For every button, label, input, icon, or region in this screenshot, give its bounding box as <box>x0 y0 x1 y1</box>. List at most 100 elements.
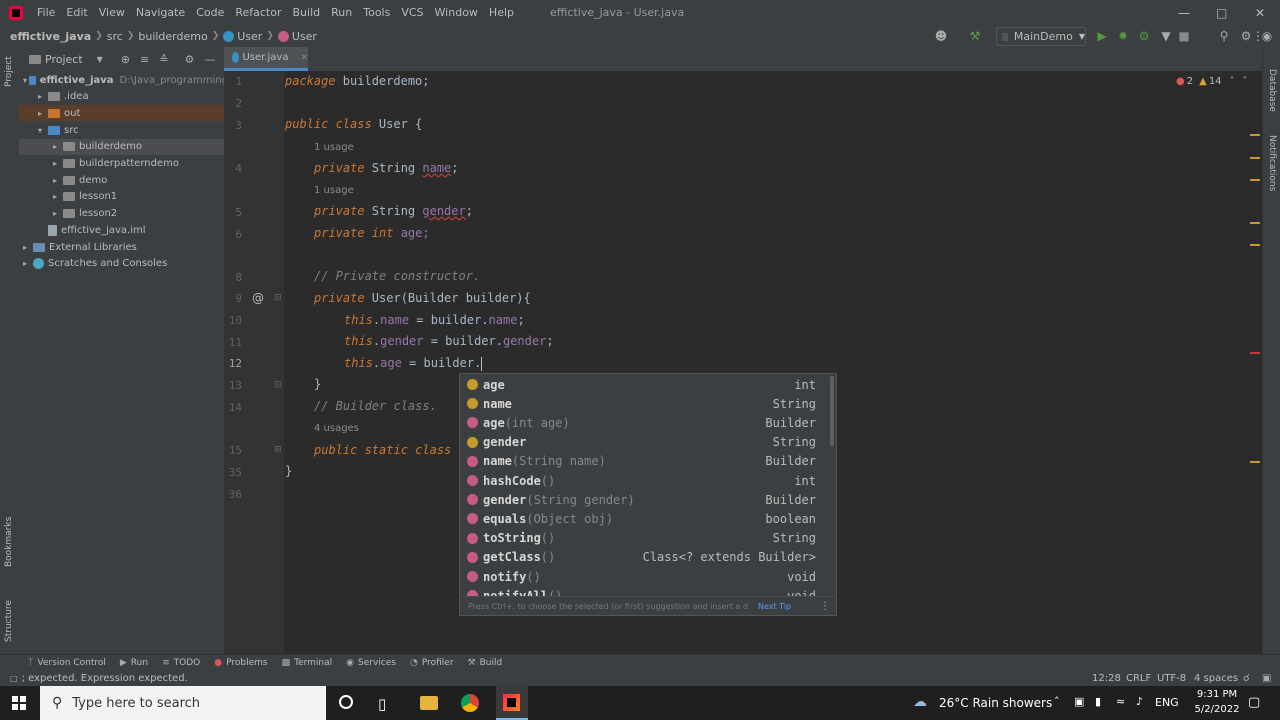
menu-code[interactable]: Code <box>196 6 224 19</box>
run-icon[interactable]: ▶ <box>1094 28 1110 44</box>
menu-vcs[interactable]: VCS <box>401 6 423 19</box>
breadcrumb-src[interactable]: src <box>107 30 123 43</box>
weather-text[interactable]: 26°C Rain showers <box>939 696 1052 710</box>
more-tabs-icon[interactable]: ⋮ <box>1252 29 1264 43</box>
completion-item-equals[interactable]: equals (Object obj) boolean <box>460 509 826 528</box>
usages-inlay-hint[interactable]: 4 usages <box>314 423 359 434</box>
breadcrumb-class[interactable]: User <box>237 30 262 43</box>
bookmarks-tool-tab[interactable]: Bookmarks <box>4 517 14 567</box>
tool-build[interactable]: ⚒ Build <box>468 658 503 668</box>
battery-icon[interactable]: ▮ <box>1095 695 1101 708</box>
tree-item-lesson2[interactable]: ▸ lesson2 <box>19 206 258 222</box>
menu-navigate[interactable]: Navigate <box>136 6 185 19</box>
completion-item-getclass[interactable]: getClass() Class<? extends Builder> <box>460 548 826 567</box>
tree-item-effictive-java-iml[interactable]: effictive_java.iml <box>19 222 243 238</box>
tree-item-src[interactable]: ▾ src <box>19 122 243 138</box>
tool-terminal[interactable]: ▩ Terminal <box>282 658 333 668</box>
indent-setting[interactable]: 4 spaces <box>1194 673 1238 684</box>
menu-window[interactable]: Window <box>435 6 478 19</box>
language-indicator[interactable]: ENG <box>1155 696 1179 709</box>
expand-all-icon[interactable]: ≡ <box>140 53 149 66</box>
tool-run[interactable]: ▶ Run <box>120 658 148 668</box>
intellij-taskbar-button[interactable] <box>496 686 528 720</box>
usages-inlay-hint[interactable]: 1 usage <box>314 185 354 196</box>
tool-services[interactable]: ◉ Services <box>346 658 396 668</box>
project-tool-tab[interactable]: Project <box>4 56 14 87</box>
task-view-icon[interactable]: ▯ <box>378 695 396 713</box>
completion-item-age[interactable]: age (int age) Builder <box>460 413 826 432</box>
collapse-all-icon[interactable]: ≙ <box>159 53 168 66</box>
user-icon[interactable]: ☻ <box>933 28 949 44</box>
breadcrumb-member[interactable]: User <box>292 30 317 43</box>
debug-icon[interactable]: ✹ <box>1115 28 1131 44</box>
chevron-right-icon[interactable]: ▸ <box>53 142 63 151</box>
menu-run[interactable]: Run <box>331 6 352 19</box>
tray-chevron-up-icon[interactable]: ˄ <box>1054 695 1060 708</box>
breadcrumb-project[interactable]: effictive_java <box>10 30 91 43</box>
completion-item-name[interactable]: name String <box>460 394 826 413</box>
tool-todo[interactable]: ≡ TODO <box>162 658 200 668</box>
tray-app-icon[interactable]: ▣ <box>1074 695 1084 708</box>
tree-item-scratches-and-consoles[interactable]: ▸ Scratches and Consoles <box>19 256 228 272</box>
tree-item-effictive-java[interactable]: ▾ effictive_java D:\Java_programming <box>19 72 228 88</box>
project-panel-title[interactable]: Project <box>45 53 83 66</box>
more-options-icon[interactable]: ⋮ <box>820 601 830 612</box>
file-explorer-icon[interactable] <box>420 696 438 710</box>
completion-item-name[interactable]: name (String name) Builder <box>460 452 826 471</box>
warning-marker[interactable] <box>1250 179 1260 181</box>
usages-marker-icon[interactable]: @ <box>252 291 264 305</box>
popup-scrollbar[interactable] <box>830 376 834 446</box>
breadcrumb-package[interactable]: builderdemo <box>138 30 207 43</box>
completion-item-hashcode[interactable]: hashCode() int <box>460 471 826 490</box>
line-separator[interactable]: CRLF <box>1126 673 1151 684</box>
memory-icon[interactable]: ▣ <box>1262 673 1271 684</box>
completion-item-age[interactable]: age int <box>460 375 826 394</box>
chevron-right-icon[interactable]: ▸ <box>53 192 63 201</box>
run-configuration-select[interactable]: MainDemo ▼ <box>996 27 1086 46</box>
taskbar-search-box[interactable]: ⚲ Type here to search <box>40 686 326 720</box>
chevron-right-icon[interactable]: ▸ <box>38 109 48 118</box>
inspections-widget[interactable]: ● 2 ▲ 14 ˄ ˅ <box>1176 76 1248 87</box>
close-icon[interactable]: ✕ <box>1255 6 1265 20</box>
more-run-icon[interactable]: ▼ <box>1158 28 1174 44</box>
fold-icon[interactable]: ⊟ <box>274 293 282 303</box>
usages-inlay-hint[interactable]: 1 usage <box>314 142 354 153</box>
chevron-up-icon[interactable]: ˄ <box>1230 76 1235 87</box>
structure-tool-tab[interactable]: Structure <box>4 600 14 642</box>
chevron-down-icon[interactable]: ▼ <box>97 55 103 64</box>
clock-time[interactable]: 9:31 PM <box>1192 689 1242 700</box>
menu-edit[interactable]: Edit <box>66 6 87 19</box>
chevron-down-icon[interactable]: ▾ <box>38 126 48 135</box>
completion-item-notify[interactable]: notify() void <box>460 567 826 586</box>
minimize-icon[interactable]: — <box>1178 6 1190 20</box>
hammer-build-icon[interactable]: ⚒ <box>967 28 983 44</box>
caret-position[interactable]: 12:28 <box>1092 673 1121 684</box>
search-icon[interactable]: ⚲ <box>1216 28 1232 44</box>
chevron-right-icon[interactable]: ▸ <box>23 243 33 252</box>
chrome-icon[interactable] <box>461 694 479 712</box>
menu-help[interactable]: Help <box>489 6 514 19</box>
stop-icon[interactable]: ■ <box>1176 28 1192 44</box>
notifications-tool-tab[interactable]: Notifications <box>1267 135 1277 191</box>
fold-icon[interactable]: ⊟ <box>274 380 282 390</box>
menu-tools[interactable]: Tools <box>363 6 390 19</box>
locate-icon[interactable]: ⊕ <box>121 53 130 66</box>
gear-icon[interactable]: ⚙ <box>184 53 194 66</box>
menu-file[interactable]: File <box>37 6 55 19</box>
chevron-right-icon[interactable]: ▸ <box>53 209 63 218</box>
chevron-right-icon[interactable]: ▸ <box>23 259 33 268</box>
cortana-icon[interactable] <box>339 695 353 709</box>
wifi-icon[interactable]: ≈ <box>1116 695 1125 708</box>
tree-item-out[interactable]: ▸ out <box>19 105 243 122</box>
fold-icon[interactable]: ⊞ <box>274 445 282 455</box>
chevron-right-icon[interactable]: ▸ <box>53 159 63 168</box>
completion-item-notifyall[interactable]: notifyAll() void <box>460 586 826 596</box>
completion-item-gender[interactable]: gender (String gender) Builder <box>460 490 826 509</box>
menu-build[interactable]: Build <box>293 6 321 19</box>
error-marker[interactable] <box>1250 352 1260 354</box>
clock-date[interactable]: 5/2/2022 <box>1187 704 1247 715</box>
tree-item-builderdemo[interactable]: ▸ builderdemo <box>19 138 258 155</box>
warning-marker[interactable] <box>1250 157 1260 159</box>
next-tip-link[interactable]: Next Tip <box>758 602 791 611</box>
tree-item-external-libraries[interactable]: ▸ External Libraries <box>19 239 228 255</box>
